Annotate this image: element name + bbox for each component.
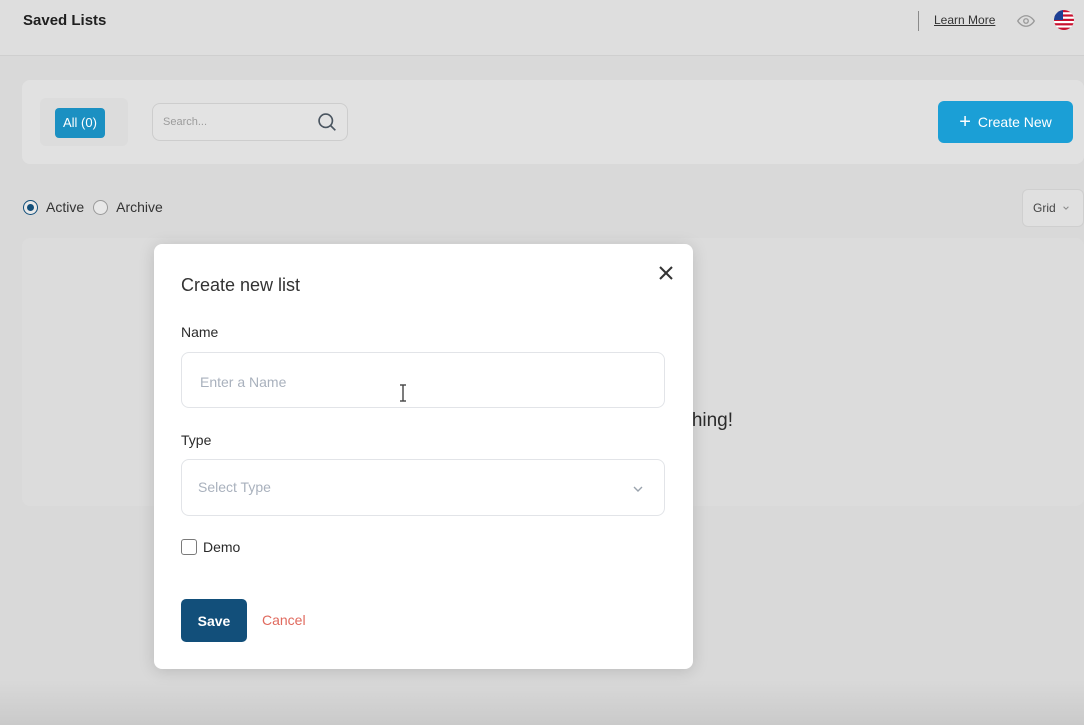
save-button[interactable]: Save (181, 599, 247, 642)
demo-label: Demo (203, 539, 241, 555)
create-new-button[interactable]: + Create New (938, 101, 1073, 143)
plus-icon: + (959, 111, 971, 133)
chevron-down-icon (1062, 206, 1069, 210)
header-divider (918, 11, 919, 31)
modal-title: Create new list (181, 275, 301, 295)
search-icon[interactable] (317, 112, 337, 137)
status-filter: Active Archive (23, 199, 172, 215)
demo-checkbox[interactable] (181, 539, 197, 555)
page-title: Saved Lists (23, 12, 107, 29)
top-header: Saved Lists Learn More (0, 0, 1084, 56)
name-label: Name (181, 324, 219, 340)
view-mode-value: Grid (1033, 201, 1056, 215)
demo-option[interactable]: Demo (181, 539, 240, 555)
name-field[interactable] (181, 352, 665, 408)
type-select-placeholder: Select Type (198, 479, 271, 495)
all-filter-pill[interactable]: All (0) (55, 108, 105, 138)
type-select[interactable]: Select Type (181, 459, 665, 516)
learn-more-link[interactable]: Learn More (934, 13, 995, 27)
search-box[interactable] (152, 103, 348, 141)
radio-active[interactable] (23, 199, 38, 215)
list-toolbar: All (0) + Create New (22, 80, 1084, 164)
view-mode-select[interactable]: Grid (1022, 189, 1084, 227)
radio-label-active: Active (46, 199, 85, 215)
name-input[interactable] (198, 371, 642, 393)
us-flag-icon[interactable] (1054, 10, 1074, 30)
create-list-modal: Create new list Name Type Select Type De… (154, 244, 693, 669)
radio-archive[interactable] (93, 199, 109, 215)
bottom-shade (0, 680, 1084, 725)
search-input[interactable] (161, 111, 305, 133)
eye-icon[interactable] (1016, 12, 1036, 35)
cancel-button[interactable]: Cancel (262, 612, 306, 628)
type-label: Type (181, 432, 212, 448)
chevron-down-icon (632, 482, 644, 500)
radio-label-archive: Archive (116, 199, 163, 215)
text-cursor-icon (398, 384, 408, 407)
all-filter-wrap: All (0) (40, 98, 128, 146)
create-new-label: Create New (977, 114, 1052, 130)
close-icon[interactable] (656, 263, 676, 288)
